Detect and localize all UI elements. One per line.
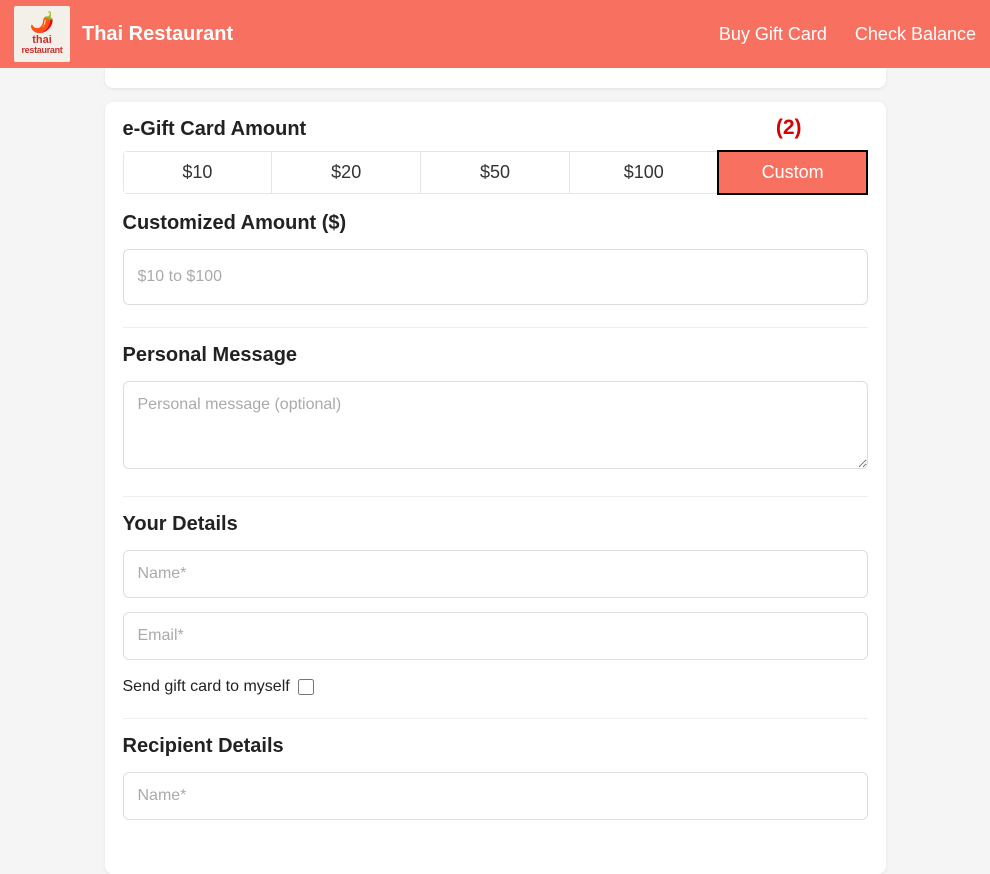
amount-option-10[interactable]: $10 <box>124 152 273 193</box>
amount-section-title: e-Gift Card Amount <box>123 118 868 141</box>
logo-text-line2: restaurant <box>21 46 62 55</box>
custom-amount-label: Customized Amount ($) <box>123 212 868 235</box>
your-email-input[interactable] <box>123 612 868 660</box>
send-to-myself-label: Send gift card to myself <box>123 678 290 696</box>
amount-options: $10 $20 $50 $100 Custom <box>123 151 868 194</box>
header-left: 🌶️ thai restaurant Thai Restaurant <box>14 6 233 62</box>
personal-message-label: Personal Message <box>123 344 868 367</box>
gift-card-form: (2) e-Gift Card Amount $10 $20 $50 $100 … <box>105 102 886 874</box>
brand-name: Thai Restaurant <box>82 23 233 46</box>
amount-option-custom[interactable]: Custom <box>719 152 867 193</box>
brand-logo[interactable]: 🌶️ thai restaurant <box>14 6 70 62</box>
nav-buy-gift-card[interactable]: Buy Gift Card <box>719 24 827 45</box>
your-details-title: Your Details <box>123 513 868 536</box>
previous-card-edge <box>105 68 886 88</box>
page-body: (2) e-Gift Card Amount $10 $20 $50 $100 … <box>0 68 990 874</box>
nav-check-balance[interactable]: Check Balance <box>855 24 976 45</box>
header: 🌶️ thai restaurant Thai Restaurant Buy G… <box>0 0 990 68</box>
leaf-icon: 🌶️ <box>30 13 55 33</box>
your-name-input[interactable] <box>123 550 868 598</box>
custom-amount-input[interactable] <box>123 249 868 305</box>
send-to-myself-checkbox[interactable] <box>298 679 314 695</box>
amount-option-20[interactable]: $20 <box>272 152 421 193</box>
header-nav: Buy Gift Card Check Balance <box>719 24 976 45</box>
divider <box>123 496 868 497</box>
send-to-myself-row[interactable]: Send gift card to myself <box>123 678 868 696</box>
annotation-marker: (2) <box>776 116 802 140</box>
amount-option-50[interactable]: $50 <box>421 152 570 193</box>
recipient-details-title: Recipient Details <box>123 735 868 758</box>
recipient-name-input[interactable] <box>123 772 868 820</box>
divider <box>123 327 868 328</box>
amount-option-100[interactable]: $100 <box>570 152 719 193</box>
divider <box>123 718 868 719</box>
personal-message-input[interactable] <box>123 381 868 469</box>
